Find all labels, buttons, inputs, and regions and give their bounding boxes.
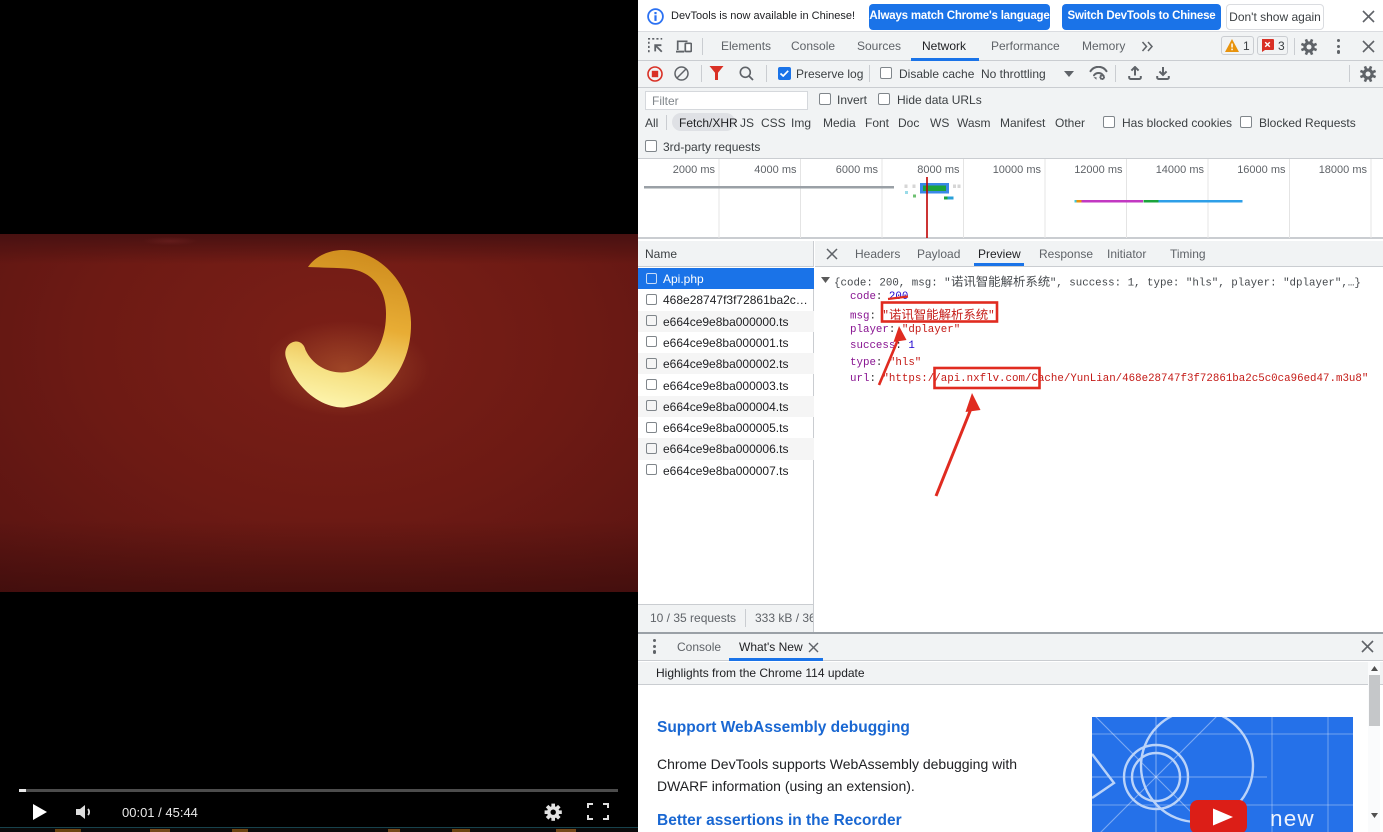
svg-text:new: new [1270,806,1315,831]
svg-text:14000 ms: 14000 ms [1156,164,1205,176]
svg-text:16000 ms: 16000 ms [1237,164,1286,176]
svg-text:6000 ms: 6000 ms [836,164,879,176]
svg-text:10000 ms: 10000 ms [993,164,1042,176]
svg-text:12000 ms: 12000 ms [1074,164,1123,176]
svg-text:2000 ms: 2000 ms [673,164,716,176]
svg-text:8000 ms: 8000 ms [917,164,960,176]
svg-text:18000 ms: 18000 ms [1319,164,1368,176]
svg-text:4000 ms: 4000 ms [754,164,797,176]
